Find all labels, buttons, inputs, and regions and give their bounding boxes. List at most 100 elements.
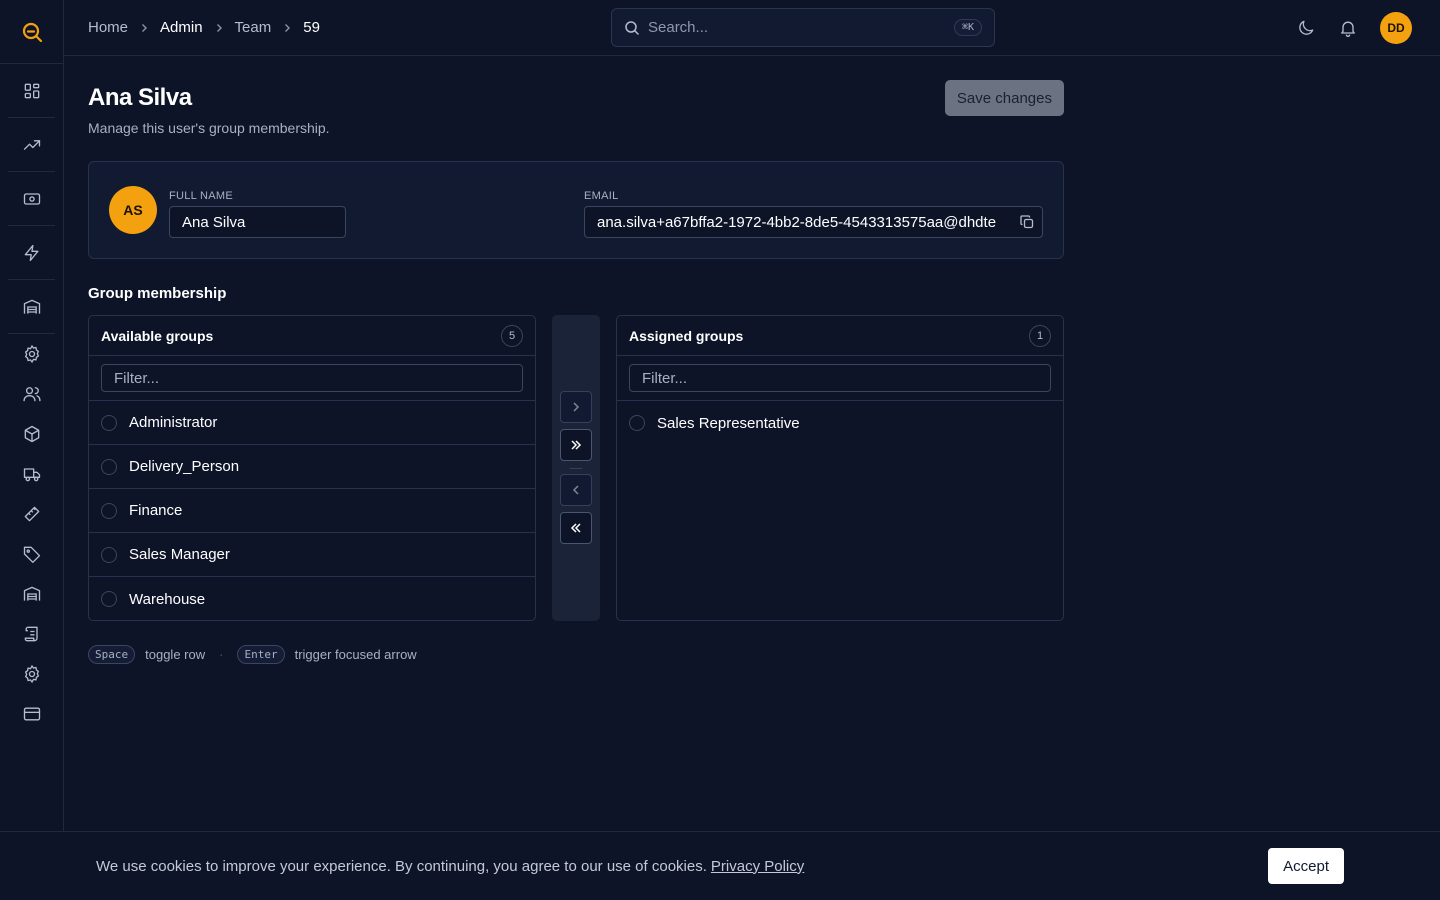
assigned-groups-panel: Assigned groups 1 Sales Representative [616,315,1064,621]
move-all-left-button[interactable] [560,512,592,544]
list-item-sales-manager[interactable]: Sales Manager [89,533,535,577]
sidebar-primary-nav [8,64,55,118]
assigned-groups-header: Assigned groups 1 [617,316,1063,356]
warehouse-icon [23,299,41,314]
breadcrumb-admin[interactable]: Admin [160,19,203,36]
sidebar-item-dashboard[interactable] [8,64,56,117]
list-item-label: Sales Manager [129,546,230,563]
copy-icon[interactable] [1020,215,1034,229]
transfer-divider [570,468,582,469]
chevron-left-icon [572,485,579,495]
box-icon [24,425,40,443]
hint-text-toggle: toggle row [145,647,206,662]
search-icon [625,20,639,35]
scroll-icon [24,626,38,642]
assigned-groups-count: 1 [1029,324,1051,347]
save-button[interactable]: Save changes [944,80,1064,116]
breadcrumb-current: 59 [303,19,320,36]
radio-icon[interactable] [629,415,645,431]
search-placeholder: Search... [648,19,709,36]
list-item-finance[interactable]: Finance [89,489,535,533]
sidebar-item-products[interactable] [8,414,56,454]
move-selected-left-button[interactable] [560,474,592,506]
available-groups-title: Available groups [101,327,214,344]
user-card-avatar: AS [109,186,157,234]
list-item-delivery-person[interactable]: Delivery_Person [89,445,535,489]
accept-cookies-button[interactable]: Accept [1268,848,1344,884]
cash-icon [23,192,41,205]
trending-up-icon [23,139,41,150]
hint-text-trigger: trigger focused arrow [294,647,417,662]
sidebar-item-tools[interactable] [8,494,56,534]
sidebar-item-payments[interactable] [8,172,56,225]
sidebar-item-analytics[interactable] [8,118,56,171]
moon-icon[interactable] [1296,18,1316,38]
radio-icon[interactable] [101,458,117,475]
move-all-right-button[interactable] [560,429,592,461]
sidebar-group-2 [8,118,55,172]
radio-icon[interactable] [101,502,117,519]
chevron-right-icon [281,22,293,34]
assigned-groups-filter[interactable] [629,364,1051,392]
move-selected-right-button[interactable] [560,391,592,423]
email-label: EMAIL [584,190,619,202]
page-title: Ana Silva [88,84,192,111]
tag-icon [23,546,41,563]
sidebar-item-delivery[interactable] [8,454,56,494]
hint-key-enter: Enter [237,645,285,664]
chevron-right-icon [573,402,580,412]
full-name-field[interactable]: Ana Silva [169,206,346,238]
available-filter-wrap [89,356,535,401]
user-avatar[interactable]: DD [1380,12,1412,44]
breadcrumb-home[interactable]: Home [88,19,128,36]
assigned-groups-title: Assigned groups [629,327,744,344]
chevron-right-icon [138,22,150,34]
page-subtitle: Manage this user's group membership. [88,120,330,136]
assigned-filter-wrap [617,356,1063,401]
radio-icon[interactable] [101,591,117,607]
list-item-label: Administrator [129,414,218,431]
chevrons-right-icon [571,440,582,450]
available-groups-count: 5 [501,324,523,347]
radio-icon[interactable] [101,546,117,563]
email-field[interactable]: ana.silva+a67bffa2-1972-4bb2-8de5-454331… [584,206,1043,238]
gear-icon [24,664,40,684]
hint-key-space: Space [88,645,136,664]
chevrons-left-icon [570,523,581,533]
sidebar-item-team[interactable] [8,374,56,414]
sidebar-item-documents[interactable] [8,614,56,654]
available-groups-filter[interactable] [101,364,523,392]
grid-icon [24,83,40,98]
search-shortcut: ⌘K [953,19,982,36]
truck-icon [23,468,41,482]
sidebar-secondary-nav [8,334,55,734]
search-input[interactable]: Search... ⌘K [611,8,995,47]
full-name-field-group: FULL NAME Ana Silva [169,190,346,238]
bell-icon[interactable] [1338,18,1358,38]
main-content: Ana Silva Manage this user's group membe… [88,80,1064,664]
radio-icon[interactable] [101,414,117,431]
cookie-banner: We use cookies to improve your experienc… [0,831,1440,900]
list-item-sales-representative[interactable]: Sales Representative [617,401,1063,445]
ruler-icon [24,506,40,522]
sidebar-item-settings[interactable] [8,334,56,374]
list-item-administrator[interactable]: Administrator [89,401,535,445]
list-item-label: Finance [129,502,183,519]
sidebar-item-actions[interactable] [8,226,56,279]
sidebar-item-billing[interactable] [8,694,56,734]
bolt-icon [24,244,39,261]
list-item-warehouse[interactable]: Warehouse [89,577,535,621]
breadcrumb-team[interactable]: Team [235,19,272,36]
sidebar-item-preferences[interactable] [8,654,56,694]
dual-list: Available groups 5 Administrator Deliver… [88,315,1064,621]
privacy-policy-link[interactable]: Privacy Policy [711,858,804,875]
list-item-label: Delivery_Person [129,458,240,475]
sidebar-item-warehouse[interactable] [8,280,56,333]
sidebar-item-tags[interactable] [8,534,56,574]
full-name-label: FULL NAME [169,190,234,202]
app-logo[interactable] [0,0,63,64]
user-card: AS FULL NAME Ana Silva EMAIL ana.silva+a… [88,161,1064,259]
sidebar-item-storage[interactable] [8,574,56,614]
gear-icon [24,344,40,364]
sidebar-group-5 [8,280,55,334]
